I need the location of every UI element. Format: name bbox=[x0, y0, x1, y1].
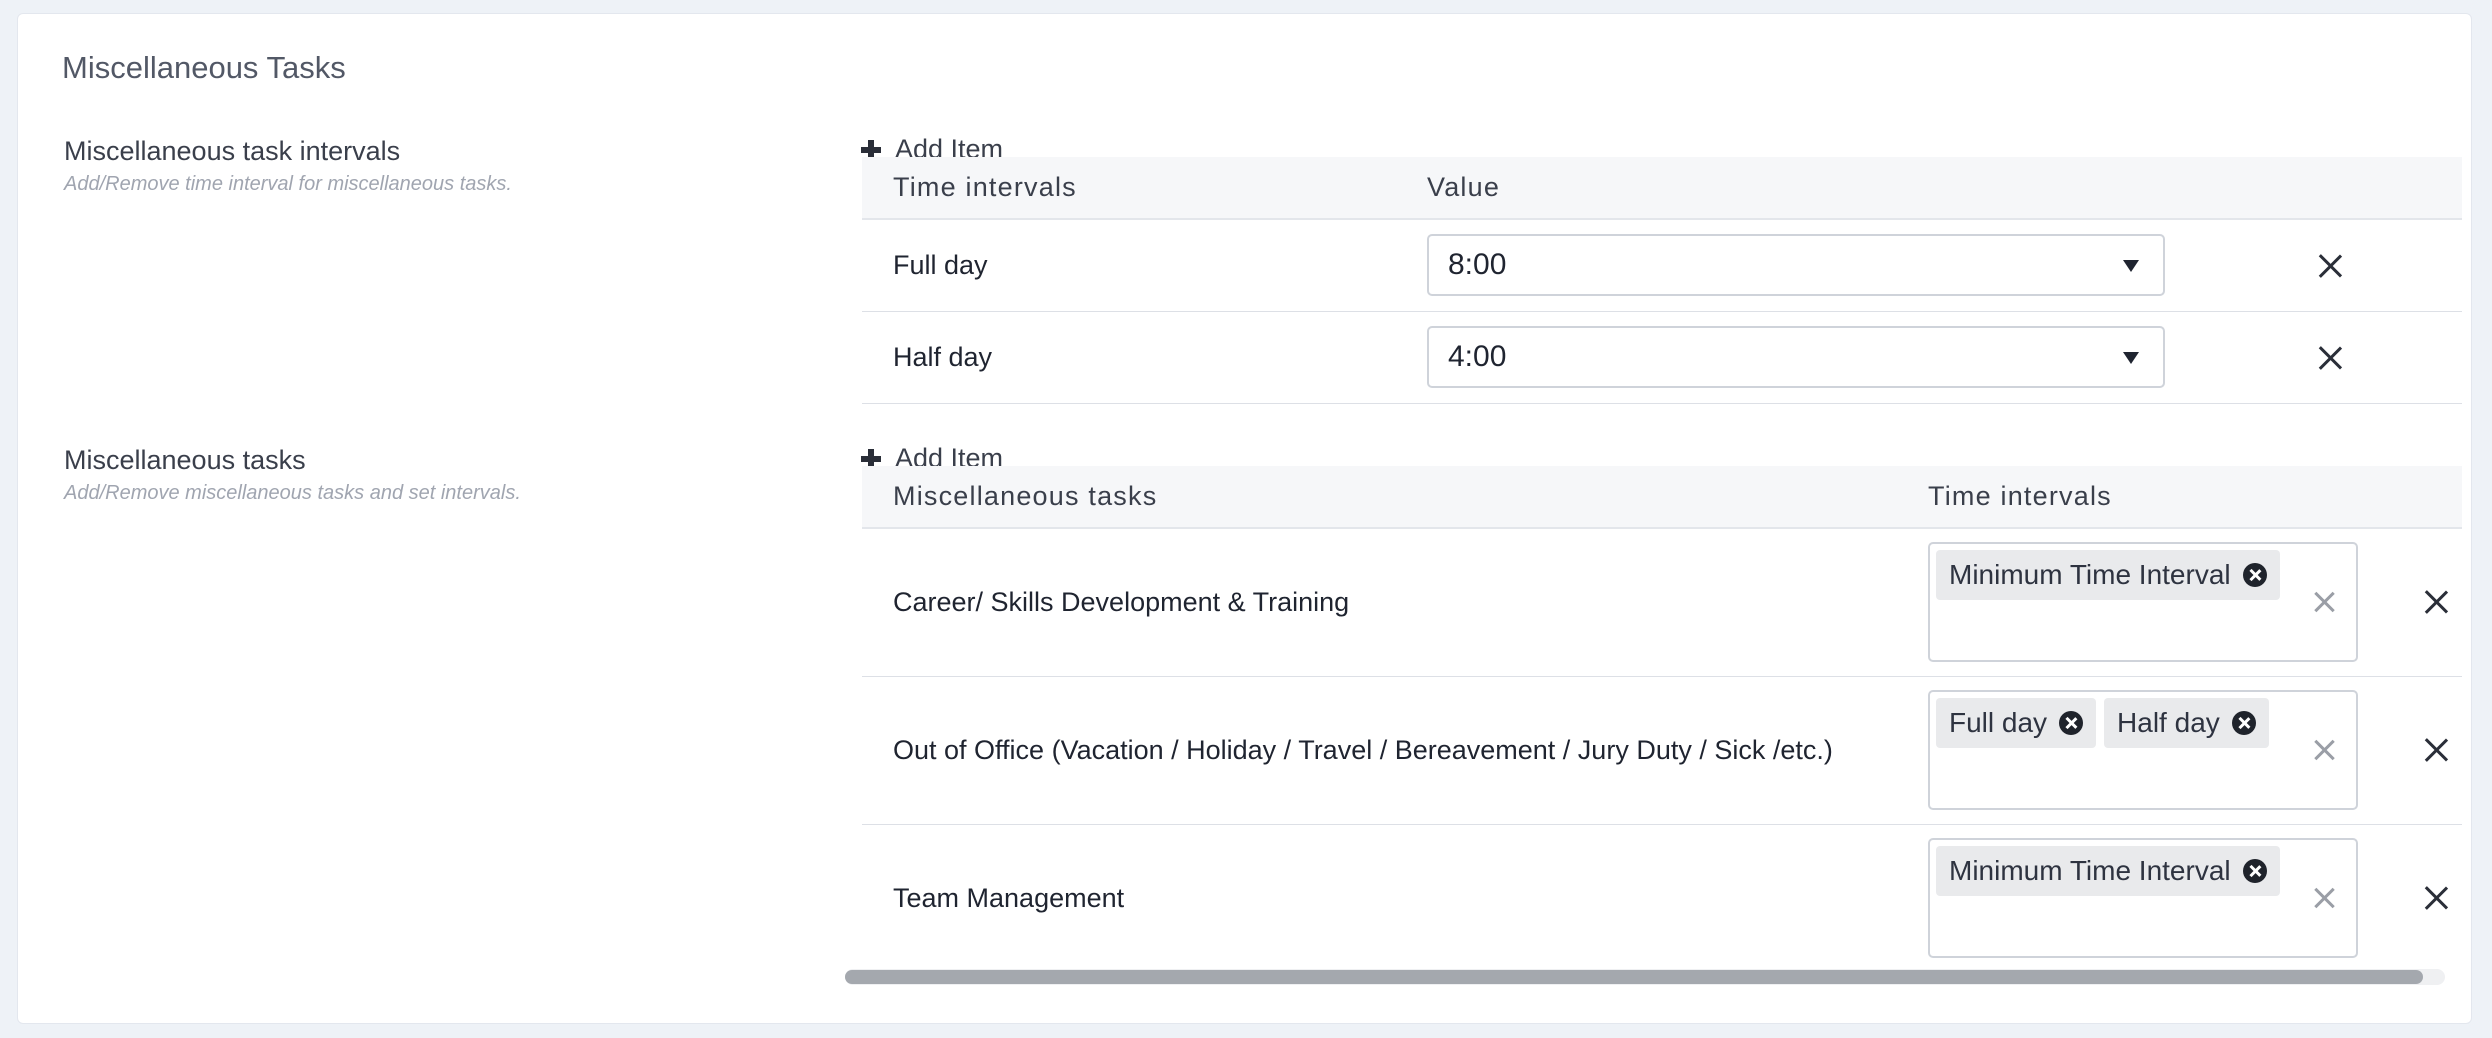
remove-row-close-icon[interactable] bbox=[2318, 346, 2342, 370]
intervals-section-title: Miscellaneous task intervals bbox=[64, 136, 401, 166]
interval-chip-label: Full day bbox=[1949, 707, 2048, 738]
scrollbar-thumb[interactable] bbox=[845, 970, 2423, 984]
interval-chip: Minimum Time Interval bbox=[1936, 550, 2280, 600]
interval-chip: Full day bbox=[1936, 698, 2097, 748]
caret-down-icon bbox=[2123, 260, 2139, 272]
tasks-section-title: Miscellaneous tasks bbox=[64, 445, 306, 475]
clear-selection-icon[interactable] bbox=[2314, 740, 2334, 760]
intervals-multiselect[interactable]: Minimum Time Interval bbox=[1928, 838, 2358, 958]
table-row: Full day 8:00 bbox=[862, 220, 2462, 312]
column-header-time-intervals: Time intervals bbox=[893, 172, 1077, 202]
remove-row-close-icon[interactable] bbox=[2424, 886, 2448, 910]
interval-name: Full day bbox=[893, 250, 988, 280]
remove-row-close-icon[interactable] bbox=[2424, 590, 2448, 614]
intervals-table: Time intervals Value Full day 8:00 Half … bbox=[862, 157, 2462, 404]
chip-remove-icon[interactable] bbox=[2059, 711, 2084, 735]
table-row: Out of Office (Vacation / Holiday / Trav… bbox=[862, 677, 2462, 825]
intervals-table-header: Time intervals Value bbox=[862, 157, 2462, 220]
tasks-section-label: Miscellaneous tasks Add/Remove miscellan… bbox=[64, 445, 521, 505]
interval-chip-label: Minimum Time Interval bbox=[1949, 855, 2231, 886]
chip-remove-icon[interactable] bbox=[2231, 711, 2256, 735]
tasks-table-header: Miscellaneous tasks Time intervals bbox=[862, 466, 2462, 529]
task-name: Out of Office (Vacation / Holiday / Trav… bbox=[893, 735, 1833, 765]
intervals-section-description: Add/Remove time interval for miscellaneo… bbox=[64, 173, 512, 195]
chip-remove-icon[interactable] bbox=[2242, 859, 2267, 883]
intervals-multiselect[interactable]: Full day Half day bbox=[1928, 690, 2358, 810]
interval-chip: Minimum Time Interval bbox=[1936, 846, 2280, 896]
clear-selection-icon[interactable] bbox=[2314, 592, 2334, 612]
interval-name: Half day bbox=[893, 342, 993, 372]
table-row: Half day 4:00 bbox=[862, 312, 2462, 404]
table-row: Career/ Skills Development & Training Mi… bbox=[862, 529, 2462, 677]
task-name: Career/ Skills Development & Training bbox=[893, 587, 1350, 617]
interval-chip: Half day bbox=[2104, 698, 2269, 748]
column-header-value: Value bbox=[1427, 172, 1501, 202]
page-title: Miscellaneous Tasks bbox=[62, 50, 346, 85]
interval-value: 8:00 bbox=[1448, 248, 1507, 281]
intervals-section-label: Miscellaneous task intervals Add/Remove … bbox=[64, 136, 512, 196]
interval-chip-label: Half day bbox=[2117, 707, 2220, 738]
remove-row-close-icon[interactable] bbox=[2424, 738, 2448, 762]
tasks-table: Miscellaneous tasks Time intervals Caree… bbox=[862, 466, 2462, 972]
column-header-time-intervals: Time intervals bbox=[1928, 481, 2112, 511]
horizontal-scrollbar[interactable] bbox=[845, 969, 2445, 985]
intervals-multiselect[interactable]: Minimum Time Interval bbox=[1928, 542, 2358, 662]
clear-selection-icon[interactable] bbox=[2314, 888, 2334, 908]
interval-value-select[interactable]: 4:00 bbox=[1427, 326, 2165, 388]
caret-down-icon bbox=[2123, 352, 2139, 364]
settings-card: Miscellaneous Tasks Miscellaneous task i… bbox=[17, 13, 2472, 1024]
tasks-section-description: Add/Remove miscellaneous tasks and set i… bbox=[64, 482, 521, 504]
interval-value: 4:00 bbox=[1448, 340, 1507, 373]
column-header-miscellaneous-tasks: Miscellaneous tasks bbox=[893, 481, 1158, 511]
table-row: Team Management Minimum Time Interval bbox=[862, 825, 2462, 972]
chip-remove-icon[interactable] bbox=[2242, 563, 2267, 587]
task-name: Team Management bbox=[893, 883, 1125, 913]
interval-value-select[interactable]: 8:00 bbox=[1427, 234, 2165, 296]
interval-chip-label: Minimum Time Interval bbox=[1949, 559, 2231, 590]
remove-row-close-icon[interactable] bbox=[2318, 254, 2342, 278]
